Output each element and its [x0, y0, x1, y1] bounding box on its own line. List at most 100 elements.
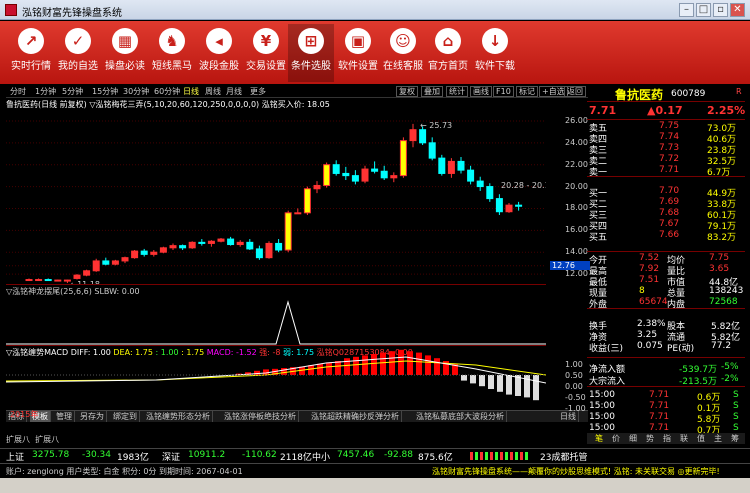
toolbar-label: 我的自选	[58, 61, 98, 72]
macd-bar	[254, 370, 260, 375]
indicator-tab[interactable]: 绑定到	[111, 411, 140, 422]
candle	[92, 258, 100, 272]
quote-tab[interactable]: 细	[629, 433, 637, 444]
macd-tick: -0.50	[565, 393, 586, 402]
period-tab[interactable]: 分时	[10, 86, 26, 97]
chart-tool-button[interactable]: 返回	[564, 86, 586, 97]
chart-tool-button[interactable]: 叠加	[421, 86, 443, 97]
zx-value: 7457.46	[337, 450, 375, 460]
macd-bar	[362, 355, 368, 375]
candle	[361, 165, 369, 184]
flow-row: 净流入额 -539.7万 -5%	[589, 362, 743, 375]
chart-tool-button[interactable]: 标记	[516, 86, 538, 97]
toolbar-button-home[interactable]: ⌂ 官方首页	[425, 24, 471, 82]
buy-price-label: 泓铭买入价: 18.05	[261, 100, 330, 109]
sz-amount: 2118亿	[280, 453, 312, 463]
chart-tool-button[interactable]: F10	[493, 86, 514, 97]
toolbar-button-trend[interactable]: ↗ 实时行情	[8, 24, 54, 82]
period-tab[interactable]: 月线	[226, 86, 242, 97]
stock-chart-label: 鲁抗医药(日线 前复权)	[6, 100, 87, 109]
quote-tab[interactable]: 势	[646, 433, 654, 444]
toolbar-button-network[interactable]: ⊞ 条件选股	[288, 24, 334, 82]
sh-change: -30.34	[82, 450, 112, 460]
bid-price: 7.68	[659, 208, 680, 218]
stat-value: 7.92	[639, 264, 660, 274]
tick-price: 7.71	[649, 423, 670, 433]
maximize-button[interactable]: ▫	[713, 3, 728, 17]
account-bar: 账户: zenglong 用户类型: 白金 积分: 0分 到期时间: 2067-…	[0, 463, 750, 477]
indicator-tab[interactable]: 泓铭缠势形态分析	[144, 411, 213, 422]
candlestick-chart[interactable]: ← 25.73←11.1820.28 - 20.1	[6, 110, 546, 285]
candle	[313, 181, 321, 194]
main-toolbar: ↗ 实时行情 ✓ 我的自选 ▦ 操盘必读 ♞ 短线黑马 ◂ 波段金股 ¥ 交易设置 ⊞ 条件选股 ▣ 软件设置…	[0, 21, 750, 84]
stat-row: 今开 7.52 均价 7.75	[589, 253, 743, 266]
quote-tab[interactable]: 值	[697, 433, 705, 444]
separator	[587, 386, 745, 387]
toolbar-button-briefcase[interactable]: ▣ 软件设置	[335, 24, 381, 82]
expand-tab[interactable]: 扩展八	[35, 435, 59, 444]
tick-price: 7.71	[649, 412, 670, 422]
zx-change: -92.88	[384, 450, 414, 460]
x-year-label: 2015年	[10, 410, 39, 419]
macd-chart[interactable]	[6, 347, 546, 409]
indicator-tab[interactable]: 泓铭超跌精确抄反弹分析	[309, 411, 402, 422]
ask-row: 卖五 7.75 73.0万	[589, 121, 743, 134]
toolbar-button-users[interactable]: ☺ 在线客服	[380, 24, 426, 82]
toolbar-button-speaker[interactable]: ◂ 波段金股	[196, 24, 242, 82]
quote-tab[interactable]: 主	[714, 433, 722, 444]
candle-body	[447, 160, 455, 174]
chart-tool-button[interactable]: 复权	[396, 86, 418, 97]
candle-body	[217, 238, 225, 242]
ask-price: 7.72	[659, 154, 680, 164]
chart-tool-button[interactable]: 画线	[470, 86, 492, 97]
indicator-label: ▽泓铭梅花三弄(5,10,20,60,120,250,0,0,0,0)	[89, 100, 260, 109]
indicator-tab[interactable]: 另存为	[78, 411, 107, 422]
bid-price: 7.69	[659, 197, 680, 207]
broker-label[interactable]: 23成都托管	[540, 450, 587, 463]
toolbar-label: 交易设置	[246, 61, 286, 72]
indicator-tab[interactable]: 泓铭私募底部大波段分析	[414, 411, 507, 422]
sz-change: -110.62	[242, 450, 277, 460]
quote-tab[interactable]: 筹	[731, 433, 739, 444]
toolbar-button-download[interactable]: ↓ 软件下载	[472, 24, 518, 82]
stat-label: PE(动)	[667, 344, 695, 354]
flow-pct: -2%	[721, 374, 739, 384]
home-icon: ⌂	[435, 28, 461, 54]
close-button[interactable]: ✕	[730, 3, 745, 17]
period-tab[interactable]: 30分钟	[123, 86, 149, 97]
toolbar-label: 官方首页	[428, 61, 468, 72]
minimize-button[interactable]: –	[679, 3, 694, 17]
restore-button[interactable]: □	[696, 3, 711, 17]
period-tab[interactable]: 60分钟	[154, 86, 180, 97]
candle-body	[399, 140, 407, 177]
period-tab[interactable]: 1分钟	[35, 86, 56, 97]
period-tab[interactable]: 日线	[183, 86, 199, 97]
candle-body	[25, 279, 33, 282]
toolbar-button-yen[interactable]: ¥ 交易设置	[243, 24, 289, 82]
calendar-icon: ▦	[112, 28, 138, 54]
quote-tab[interactable]: 价	[612, 433, 620, 444]
toolbar-button-calendar[interactable]: ▦ 操盘必读	[102, 24, 148, 82]
quote-tab[interactable]: 联	[680, 433, 688, 444]
indicator-tab[interactable]: 管理	[54, 411, 75, 422]
candle-body	[188, 241, 196, 249]
quote-tab[interactable]: 指	[663, 433, 671, 444]
toolbar-button-check-circle[interactable]: ✓ 我的自选	[55, 24, 101, 82]
candle-body	[54, 279, 62, 282]
candle	[399, 137, 407, 178]
period-tab[interactable]: 5分钟	[62, 86, 83, 97]
chart-tool-button[interactable]: 统计	[446, 86, 468, 97]
tick-price: 7.71	[649, 390, 670, 400]
indicator-tab[interactable]: 泓铭涨停板绝技分析	[222, 411, 299, 422]
period-tab[interactable]: 15分钟	[92, 86, 118, 97]
candle	[438, 154, 446, 176]
period-tab[interactable]: 周线	[205, 86, 221, 97]
toolbar-button-horse[interactable]: ♞ 短线黑马	[149, 24, 195, 82]
quote-tab[interactable]: 笔	[595, 433, 603, 444]
slbw-chart[interactable]	[6, 286, 546, 346]
expand-tab[interactable]: 扩展八	[6, 435, 30, 444]
period-tab[interactable]: 更多	[250, 86, 266, 97]
candle-body	[332, 164, 340, 174]
candle-body	[150, 251, 158, 255]
sh-amount: 1983亿	[117, 453, 149, 463]
